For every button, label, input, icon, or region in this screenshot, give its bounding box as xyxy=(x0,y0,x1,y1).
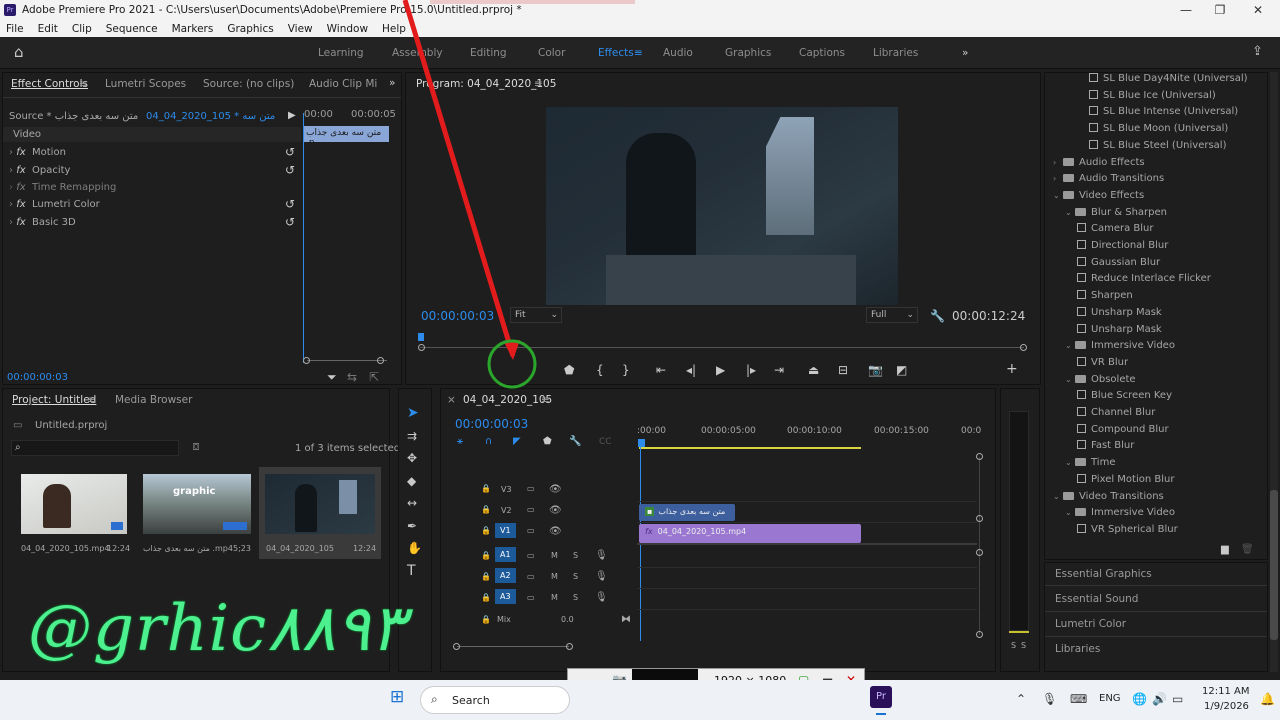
tray-chevron-icon[interactable]: ⌃ xyxy=(1016,692,1026,706)
windows-start-icon[interactable]: ⊞ xyxy=(390,689,404,706)
premiere-taskbar-icon[interactable]: Pr xyxy=(870,686,892,708)
taskbar-search[interactable]: ⌕ Search xyxy=(420,686,570,714)
keyboard-icon[interactable]: ⌨ xyxy=(1070,692,1087,706)
network-icon[interactable]: 🌐 xyxy=(1132,692,1147,706)
clock-time[interactable]: 12:11 AM xyxy=(1202,686,1249,697)
active-app-indicator xyxy=(876,713,886,715)
red-highlight-bar xyxy=(430,0,635,4)
red-arrow-line xyxy=(402,0,516,357)
clock-date[interactable]: 1/9/2026 xyxy=(1204,701,1249,712)
volume-icon[interactable]: 🔊 xyxy=(1152,692,1167,706)
watermark-text: @grhic۸۸۹۳ xyxy=(28,592,405,666)
windows-taskbar: ⊞ ⌕ Search Pr ⌃ 🎙 ⌨ ENG 🌐 🔊 ▭ 12:11 AM 1… xyxy=(0,680,1280,720)
taskbar-search-label: Search xyxy=(452,694,490,707)
notification-icon[interactable]: 🔔 xyxy=(1260,692,1275,706)
language-indicator[interactable]: ENG xyxy=(1099,693,1121,704)
taskbar-search-icon: ⌕ xyxy=(431,692,438,706)
battery-icon[interactable]: ▭ xyxy=(1172,692,1183,706)
tray-mic-icon[interactable]: 🎙 xyxy=(1042,692,1057,706)
